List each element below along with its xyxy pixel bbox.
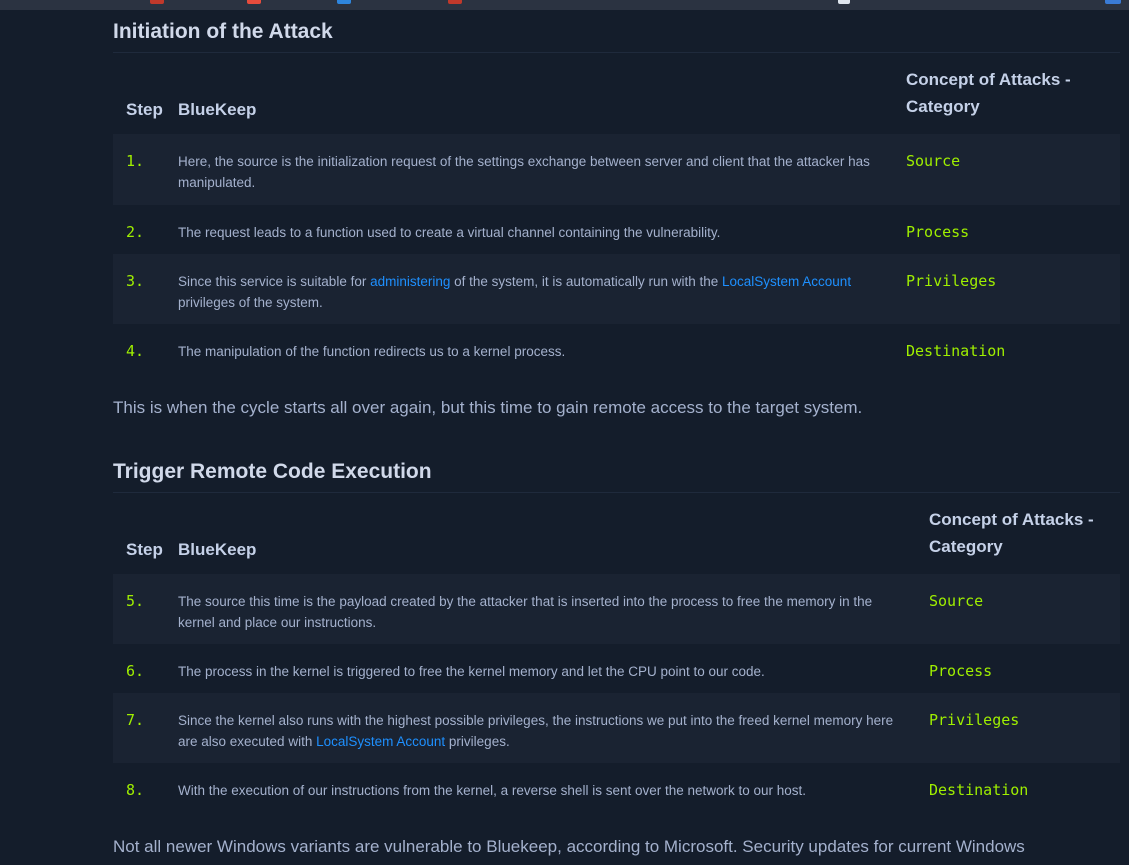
- step-number: 3.: [126, 272, 145, 290]
- category-label: Process: [929, 662, 993, 680]
- paragraph-cycle: This is when the cycle starts all over a…: [113, 398, 863, 417]
- step-description: Since the kernel also runs with the high…: [178, 693, 916, 763]
- administering-link[interactable]: administering: [370, 274, 450, 289]
- category-label: Privileges: [906, 272, 997, 290]
- localsystem-account-link[interactable]: LocalSystem Account: [316, 734, 445, 749]
- section-heading-initiation: Initiation of the Attack: [113, 20, 1120, 53]
- bookmark-icon[interactable]: [337, 0, 351, 4]
- category-label: Destination: [929, 781, 1029, 799]
- category-label: Process: [906, 223, 970, 241]
- step-description: The source this time is the payload crea…: [178, 594, 873, 630]
- bookmark-icon[interactable]: [448, 0, 462, 4]
- step-number: 5.: [126, 592, 145, 610]
- category-label: Source: [929, 592, 984, 610]
- header-category: Concept of Attacks - Category: [929, 510, 1094, 556]
- step-number: 7.: [126, 711, 145, 729]
- table-header-row: Step BlueKeep Concept of Attacks - Categ…: [113, 502, 1120, 574]
- paragraph-windows-variants: Not all newer Windows variants are vulne…: [113, 837, 1025, 856]
- header-step: Step: [126, 100, 163, 119]
- table-row: 7. Since the kernel also runs with the h…: [113, 693, 1120, 763]
- table-row: 6. The process in the kernel is triggere…: [113, 644, 1120, 693]
- description-text: privileges.: [445, 734, 510, 749]
- header-category: Concept of Attacks - Category: [906, 70, 1071, 116]
- step-description: The process in the kernel is triggered t…: [178, 664, 765, 679]
- header-bluekeep: BlueKeep: [178, 540, 257, 559]
- bookmark-icon[interactable]: [247, 0, 261, 4]
- section-heading-trigger-rce: Trigger Remote Code Execution: [113, 460, 1120, 493]
- step-number: 4.: [126, 342, 145, 360]
- table-row: 5. The source this time is the payload c…: [113, 574, 1120, 644]
- description-text: of the system, it is automatically run w…: [450, 274, 722, 289]
- extension-icon[interactable]: [1105, 0, 1121, 4]
- step-number: 1.: [126, 152, 145, 170]
- step-number: 2.: [126, 223, 145, 241]
- category-label: Destination: [906, 342, 1006, 360]
- header-step: Step: [126, 540, 163, 559]
- header-bluekeep: BlueKeep: [178, 100, 257, 119]
- step-number: 6.: [126, 662, 145, 680]
- table-header-row: Step BlueKeep Concept of Attacks - Categ…: [113, 62, 1120, 134]
- category-label: Privileges: [929, 711, 1020, 729]
- step-description: With the execution of our instructions f…: [178, 783, 807, 798]
- table-row: 8. With the execution of our instruction…: [113, 763, 1120, 817]
- browser-bookmarks-bar: [0, 0, 1129, 10]
- attack-table-initiation: Step BlueKeep Concept of Attacks - Categ…: [113, 62, 1120, 378]
- step-description: Since this service is suitable for admin…: [178, 254, 893, 324]
- step-description: The request leads to a function used to …: [178, 225, 721, 240]
- table-row: 4. The manipulation of the function redi…: [113, 324, 1120, 378]
- description-text: Since this service is suitable for: [178, 274, 371, 289]
- bookmark-icon[interactable]: [150, 0, 164, 4]
- category-label: Source: [906, 152, 961, 170]
- attack-table-trigger-rce: Step BlueKeep Concept of Attacks - Categ…: [113, 502, 1120, 817]
- step-number: 8.: [126, 781, 145, 799]
- description-text: Since the kernel also runs with the high…: [178, 713, 894, 749]
- globe-icon[interactable]: [838, 0, 850, 4]
- table-row: 2. The request leads to a function used …: [113, 205, 1120, 254]
- step-description: The manipulation of the function redirec…: [178, 344, 566, 359]
- step-description: Here, the source is the initialization r…: [178, 154, 870, 190]
- localsystem-account-link[interactable]: LocalSystem Account: [722, 274, 851, 289]
- table-row: 3. Since this service is suitable for ad…: [113, 254, 1120, 324]
- table-row: 1. Here, the source is the initializatio…: [113, 134, 1120, 205]
- description-text: privileges of the system.: [178, 295, 323, 310]
